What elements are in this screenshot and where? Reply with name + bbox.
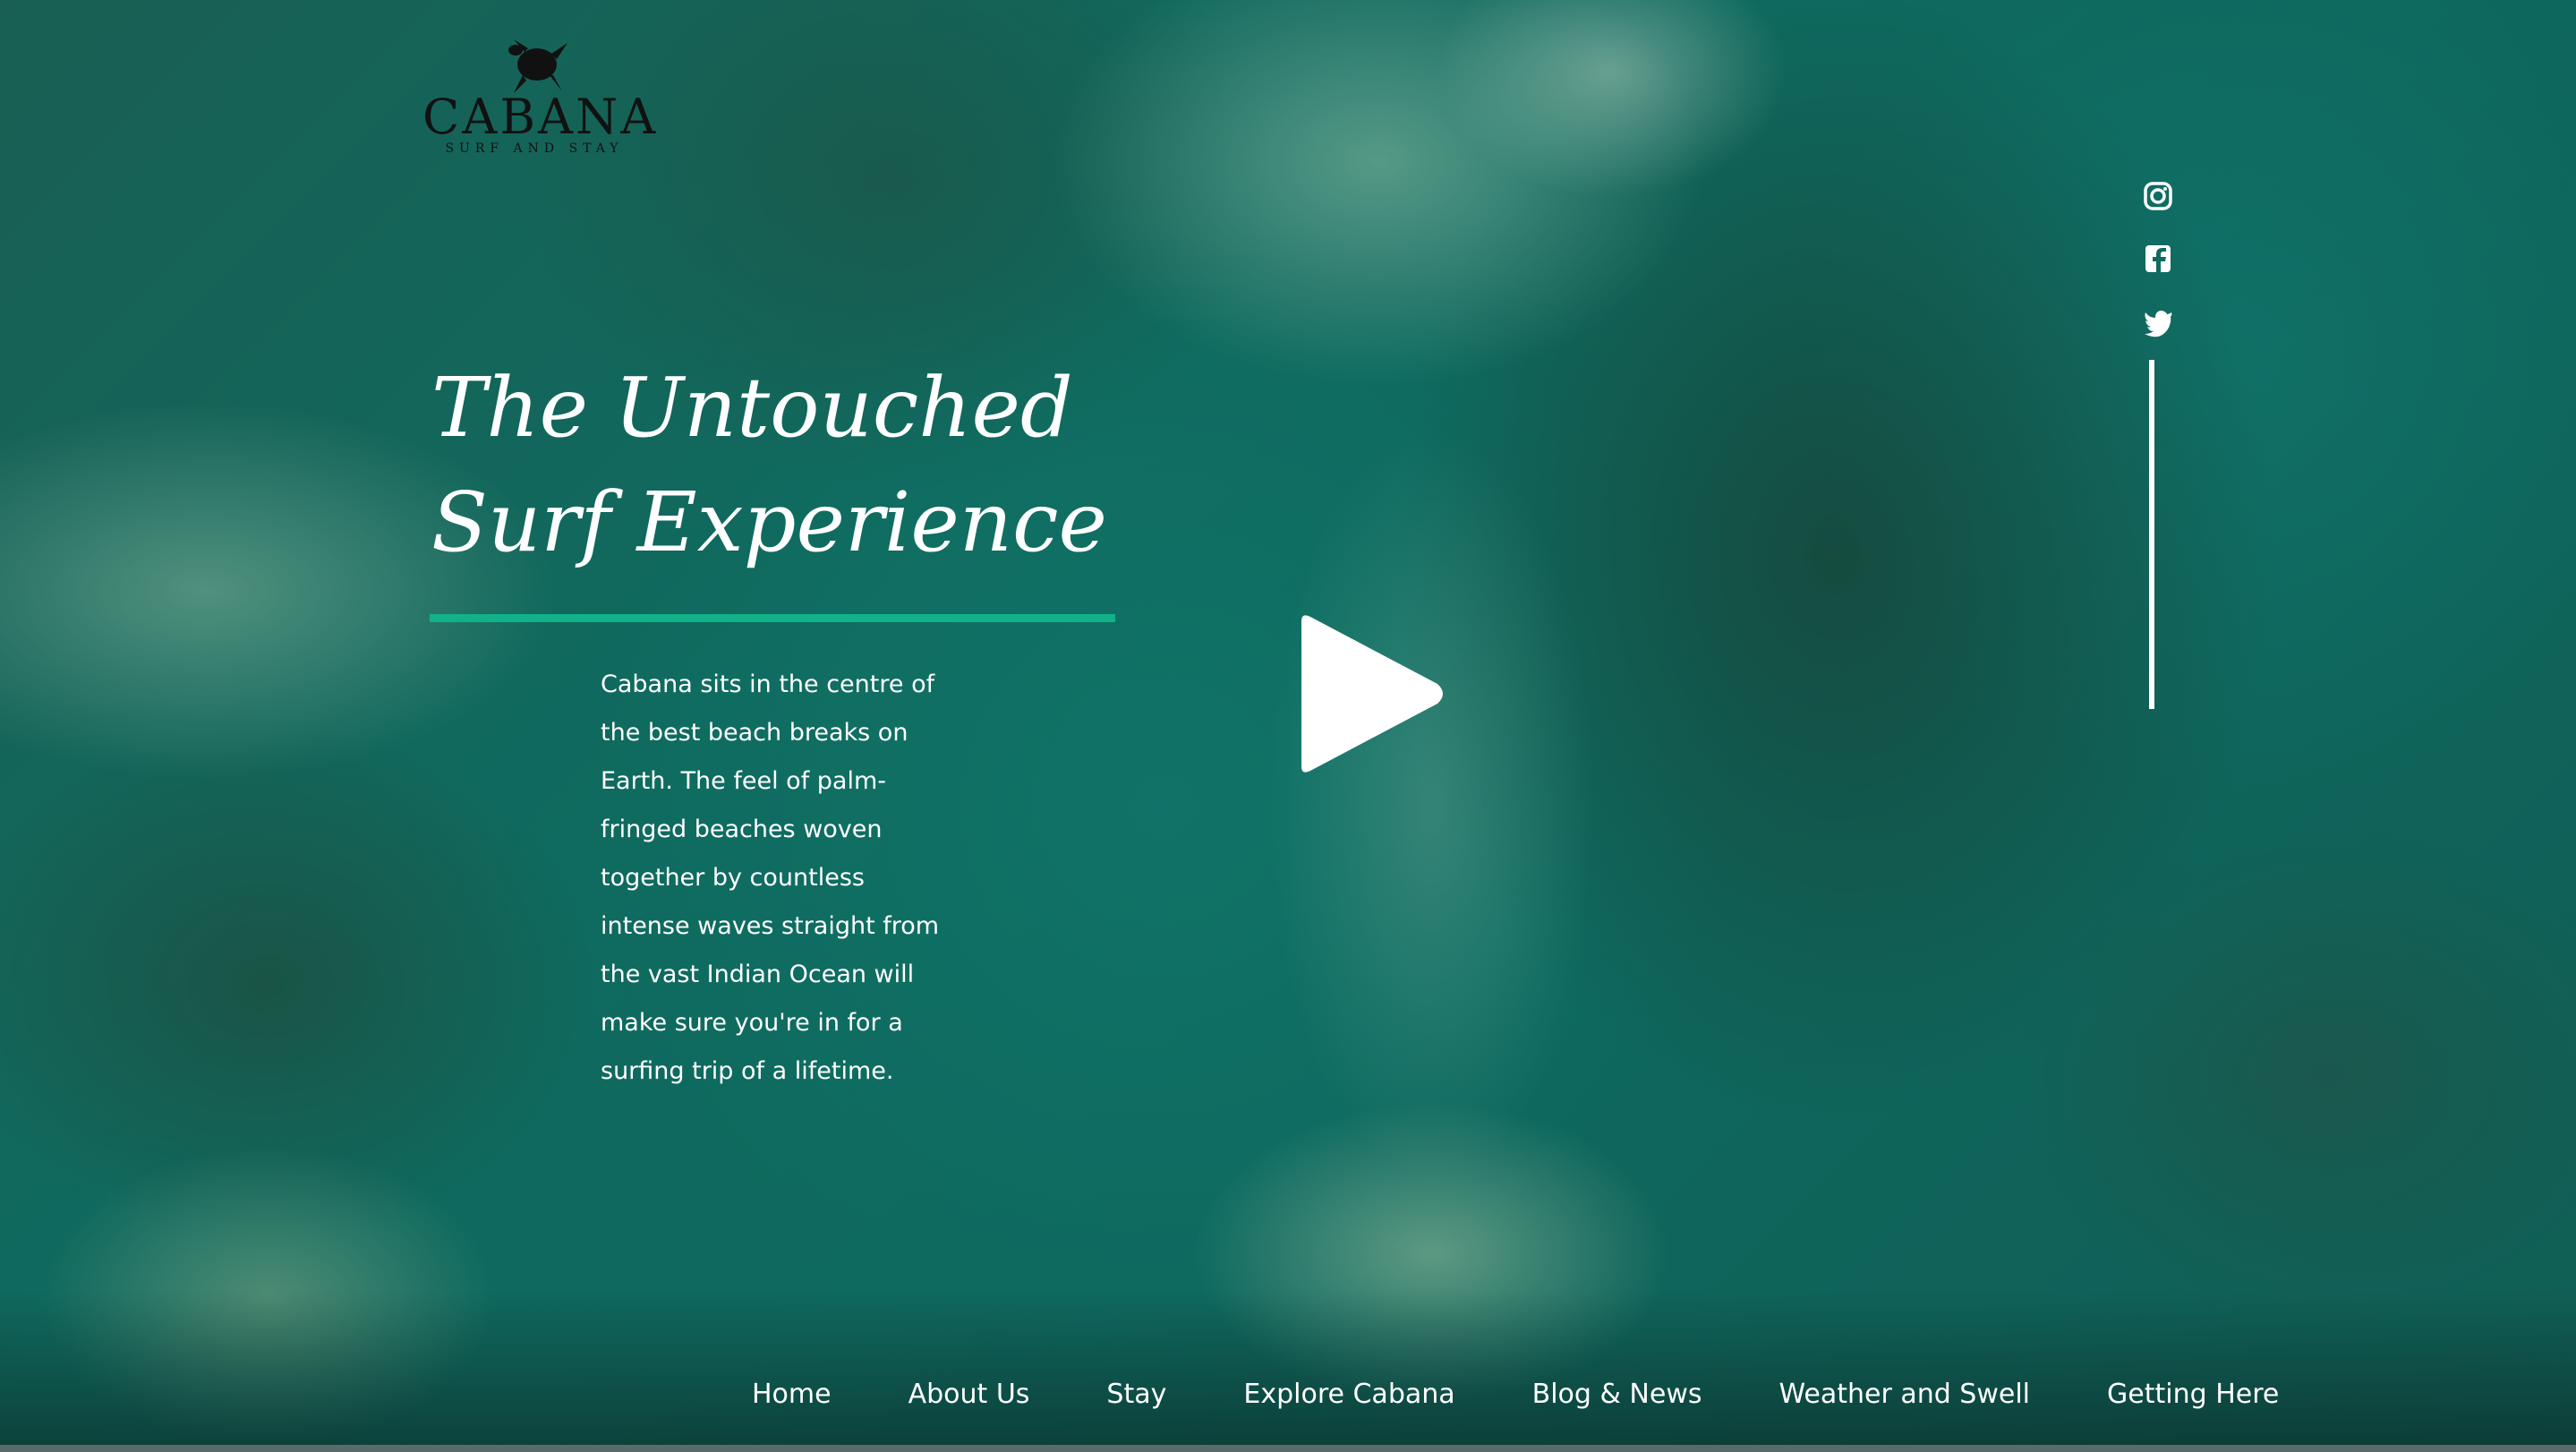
play-video-button[interactable] (1294, 612, 1448, 775)
logo-wordmark: CABANA (422, 89, 659, 145)
accent-divider (430, 614, 1115, 622)
hero-background: CABANA SURF AND STAY The Untouched Surf … (0, 0, 2576, 1452)
play-icon (1301, 615, 1443, 773)
nav-item-blog-news[interactable]: Blog & News (1532, 1370, 1702, 1423)
social-divider-line (2149, 360, 2154, 709)
instagram-icon (2144, 182, 2172, 210)
main-nav: Home About Us Stay Explore Cabana Blog &… (0, 1370, 2576, 1423)
hero-title-line-2: Surf Experience (431, 474, 1108, 570)
facebook-icon (2145, 245, 2171, 272)
nav-item-stay[interactable]: Stay (1106, 1370, 1166, 1423)
site-logo[interactable]: CABANA SURF AND STAY (422, 34, 659, 177)
logo-tagline: SURF AND STAY (445, 141, 624, 156)
nav-item-home[interactable]: Home (752, 1370, 832, 1423)
hero-title-line-1: The Untouched (431, 360, 1073, 456)
social-links (2134, 172, 2182, 360)
turtle-logo-icon (508, 39, 567, 93)
twitter-link[interactable] (2134, 297, 2182, 346)
nav-item-getting-here[interactable]: Getting Here (2107, 1370, 2279, 1423)
hero-title: The Untouched Surf Experience (431, 351, 1112, 580)
instagram-link[interactable] (2134, 172, 2182, 220)
facebook-link[interactable] (2134, 235, 2182, 283)
nav-item-explore-cabana[interactable]: Explore Cabana (1243, 1370, 1454, 1423)
bottom-bar (0, 1445, 2576, 1452)
twitter-icon (2145, 311, 2172, 337)
hero-description: Cabana sits in the centre of the best be… (601, 670, 940, 1085)
nav-item-about-us[interactable]: About Us (908, 1370, 1030, 1423)
nav-item-weather-swell[interactable]: Weather and Swell (1778, 1370, 2030, 1423)
